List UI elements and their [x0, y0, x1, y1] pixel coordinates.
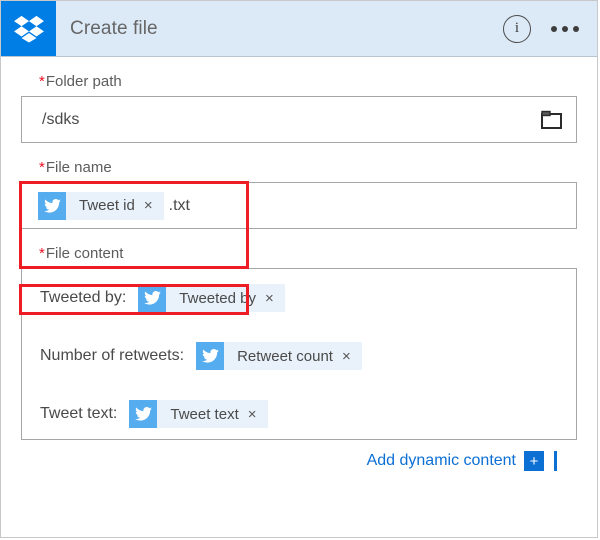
token-label: Tweet id — [79, 197, 135, 214]
row-label: Number of retweets: — [40, 347, 185, 364]
row-label: Tweeted by: — [40, 289, 127, 306]
folder-path-value[interactable]: /sdks — [22, 111, 528, 129]
required-asterisk: * — [39, 245, 45, 262]
content-row: Tweet text: Tweet text × — [40, 399, 576, 429]
content-row: Number of retweets: Retweet count × — [40, 341, 576, 371]
file-content-input[interactable]: Tweeted by: Tweeted by × Number of retwe… — [21, 268, 577, 440]
dropbox-logo-icon — [1, 1, 56, 56]
twitter-bird-icon — [129, 400, 158, 428]
row-label: Tweet text: — [40, 405, 118, 422]
token-remove-icon[interactable]: × — [342, 349, 362, 364]
content-row: Tweeted by: Tweeted by × — [40, 283, 576, 313]
dynamic-token-tweeted-by[interactable]: Tweeted by × — [138, 284, 285, 312]
create-file-card: Create file i *Folder path /sdks *File n… — [0, 0, 598, 538]
file-content-label: *File content — [21, 229, 577, 268]
file-name-input[interactable]: Tweet id × .txt — [21, 182, 577, 229]
token-label: Tweet text — [170, 405, 239, 423]
text-cursor — [554, 451, 557, 471]
folder-path-label: *Folder path — [21, 57, 577, 96]
twitter-bird-icon — [38, 191, 66, 220]
token-label: Retweet count — [237, 347, 333, 365]
file-content-label-text: File content — [45, 245, 124, 262]
twitter-bird-icon — [196, 342, 225, 370]
more-options-icon[interactable] — [551, 25, 579, 32]
add-dynamic-content-plus-button[interactable]: + — [524, 451, 544, 471]
token-remove-icon[interactable]: × — [144, 198, 164, 213]
dynamic-token-retweet-count[interactable]: Retweet count × — [196, 342, 362, 370]
required-asterisk: * — [39, 73, 45, 90]
dynamic-token-tweet-text[interactable]: Tweet text × — [129, 400, 268, 428]
twitter-bird-icon — [138, 284, 167, 312]
dynamic-token-tweet-id[interactable]: Tweet id × — [38, 191, 164, 220]
header-actions: i — [503, 14, 597, 43]
file-name-label: *File name — [21, 143, 577, 182]
folder-path-label-text: Folder path — [45, 73, 122, 90]
footer: Add dynamic content + — [21, 440, 577, 471]
token-remove-icon[interactable]: × — [265, 291, 285, 306]
page-title: Create file — [70, 17, 158, 39]
folder-path-input[interactable]: /sdks — [21, 96, 577, 143]
card-body: *Folder path /sdks *File name Tweet id ×… — [1, 57, 597, 471]
card-header: Create file i — [1, 1, 597, 57]
required-asterisk: * — [39, 159, 45, 176]
file-name-label-text: File name — [45, 159, 112, 176]
folder-icon[interactable] — [528, 97, 576, 142]
add-dynamic-content-link[interactable]: Add dynamic content — [367, 452, 516, 470]
info-icon[interactable]: i — [503, 14, 531, 43]
token-label: Tweeted by — [179, 289, 256, 307]
file-name-suffix[interactable]: .txt — [169, 197, 190, 215]
token-remove-icon[interactable]: × — [248, 407, 268, 422]
